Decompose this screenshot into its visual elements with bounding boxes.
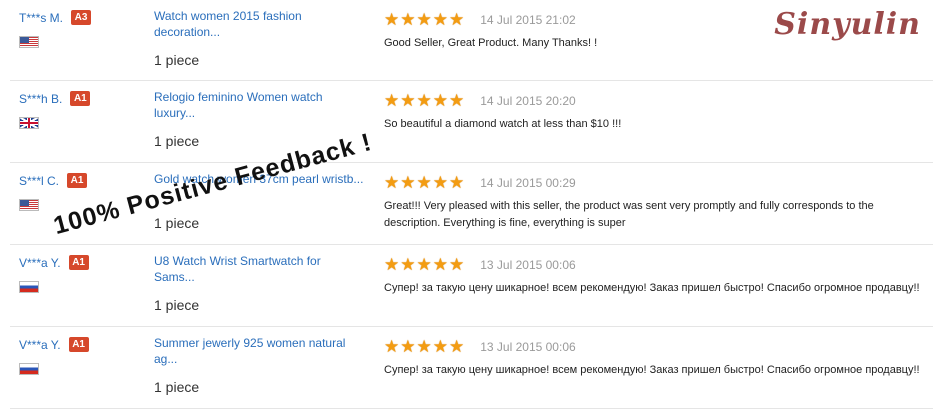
star-icon: ★	[384, 91, 400, 110]
star-icon: ★	[400, 173, 416, 192]
product-info: Relogio feminino Women watch luxury... 1…	[154, 89, 364, 149]
buyer-level-badge: A3	[71, 10, 92, 25]
buyer-info: V***a Y. A1	[19, 337, 139, 375]
star-icon: ★	[449, 255, 465, 274]
buyer-name[interactable]: V***a Y.	[19, 256, 61, 270]
star-icon: ★	[449, 91, 465, 110]
review-date: 14 Jul 2015 20:20	[480, 93, 576, 108]
star-icon: ★	[416, 10, 432, 29]
star-icon: ★	[416, 337, 432, 356]
star-rating: ★ ★ ★ ★ ★	[384, 11, 464, 28]
review: ★ ★ ★ ★ ★ 13 Jul 2015 00:06 Супер! за та…	[384, 338, 932, 379]
star-icon: ★	[384, 337, 400, 356]
ru-flag-icon	[19, 281, 39, 293]
ru-flag-icon	[19, 363, 39, 375]
quantity: 1 piece	[154, 52, 200, 68]
review-comment: Супер! за такую цену шикарное! всем реко…	[384, 282, 920, 294]
product-link[interactable]: Watch women 2015 fashion decoration...	[154, 8, 364, 40]
buyer-level-badge: A1	[67, 173, 88, 188]
product-link[interactable]: Summer jewerly 925 women natural ag...	[154, 335, 364, 367]
star-icon: ★	[384, 173, 400, 192]
star-icon: ★	[400, 337, 416, 356]
review: ★ ★ ★ ★ ★ 14 Jul 2015 20:20 So beautiful…	[384, 92, 932, 133]
star-icon: ★	[384, 10, 400, 29]
star-rating: ★ ★ ★ ★ ★	[384, 256, 464, 273]
buyer-info: V***a Y. A1	[19, 255, 139, 293]
star-icon: ★	[432, 255, 448, 274]
star-rating: ★ ★ ★ ★ ★	[384, 174, 464, 191]
review-comment: Great!!! Very pleased with this seller, …	[384, 200, 874, 229]
star-icon: ★	[449, 10, 465, 29]
star-icon: ★	[416, 173, 432, 192]
feedback-row: V***a Y. A1 U8 Watch Wrist Smartwatch fo…	[10, 245, 933, 327]
product-info: U8 Watch Wrist Smartwatch for Sams... 1 …	[154, 253, 364, 313]
star-icon: ★	[449, 337, 465, 356]
product-link[interactable]: Relogio feminino Women watch luxury...	[154, 89, 364, 121]
product-info: Summer jewerly 925 women natural ag... 1…	[154, 335, 364, 395]
product-info: Watch women 2015 fashion decoration... 1…	[154, 8, 364, 68]
buyer-name[interactable]: V***a Y.	[19, 338, 61, 352]
buyer-info: T***s M. A3	[19, 10, 139, 48]
star-rating: ★ ★ ★ ★ ★	[384, 338, 464, 355]
buyer-name[interactable]: S***h B.	[19, 92, 62, 106]
star-icon: ★	[432, 173, 448, 192]
buyer-level-badge: A1	[68, 337, 89, 352]
review-date: 14 Jul 2015 00:29	[480, 175, 576, 190]
review-date: 13 Jul 2015 00:06	[480, 257, 576, 272]
star-icon: ★	[384, 255, 400, 274]
review-date: 13 Jul 2015 00:06	[480, 339, 576, 354]
star-icon: ★	[432, 337, 448, 356]
review-date: 14 Jul 2015 21:02	[480, 12, 576, 27]
buyer-name[interactable]: S***l C.	[19, 174, 59, 188]
shop-logo: Sinyulin	[774, 7, 921, 42]
review: ★ ★ ★ ★ ★ 13 Jul 2015 00:06 Супер! за та…	[384, 256, 932, 297]
review-comment: Супер! за такую цену шикарное! всем реко…	[384, 364, 920, 376]
feedback-row: V***a Y. A1 Summer jewerly 925 women nat…	[10, 327, 933, 409]
star-rating: ★ ★ ★ ★ ★	[384, 92, 464, 109]
uk-flag-icon	[19, 117, 39, 129]
review: ★ ★ ★ ★ ★ 14 Jul 2015 00:29 Great!!! Ver…	[384, 174, 932, 232]
feedback-row: S***h B. A1 Relogio feminino Women watch…	[10, 81, 933, 163]
star-icon: ★	[416, 91, 432, 110]
star-icon: ★	[416, 255, 432, 274]
quantity: 1 piece	[154, 297, 200, 313]
star-icon: ★	[432, 10, 448, 29]
quantity: 1 piece	[154, 379, 200, 395]
star-icon: ★	[400, 255, 416, 274]
quantity: 1 piece	[154, 215, 200, 231]
product-link[interactable]: U8 Watch Wrist Smartwatch for Sams...	[154, 253, 364, 285]
star-icon: ★	[449, 173, 465, 192]
buyer-level-badge: A1	[68, 255, 89, 270]
buyer-info: S***h B. A1	[19, 91, 139, 129]
us-flag-icon	[19, 199, 39, 211]
review-comment: So beautiful a diamond watch at less tha…	[384, 118, 622, 130]
buyer-name[interactable]: T***s M.	[19, 11, 63, 25]
star-icon: ★	[400, 91, 416, 110]
star-icon: ★	[400, 10, 416, 29]
us-flag-icon	[19, 36, 39, 48]
star-icon: ★	[432, 91, 448, 110]
buyer-level-badge: A1	[70, 91, 91, 106]
quantity: 1 piece	[154, 133, 200, 149]
